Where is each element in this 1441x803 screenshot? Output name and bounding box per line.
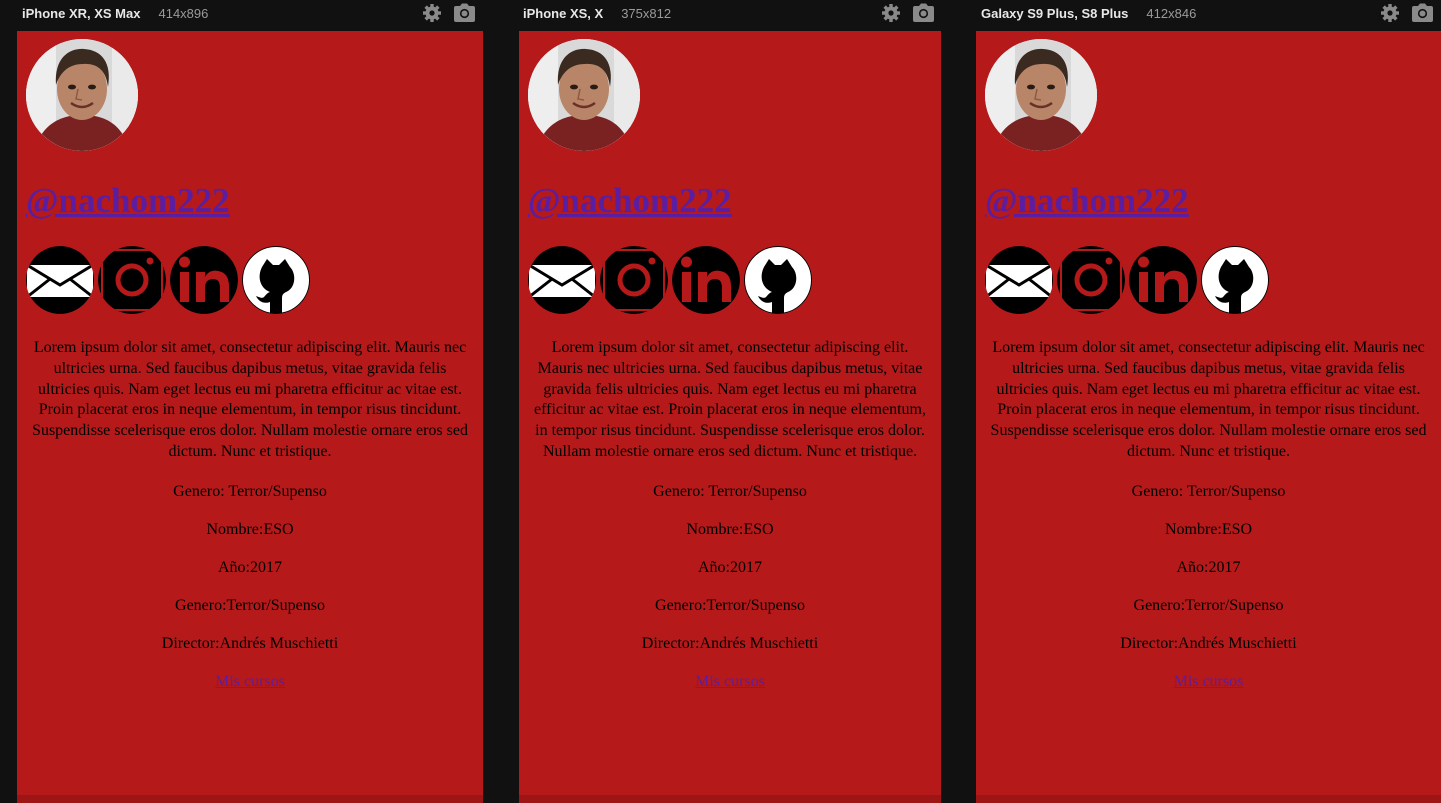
avatar	[26, 39, 138, 151]
genre-text: Genero: Terror/Supenso	[653, 482, 807, 500]
gear-icon[interactable]	[881, 3, 901, 23]
device-frame-galaxy-s9: @nachom222 Lorem ipsum dolor sit amet, c…	[976, 31, 1441, 803]
social-links	[528, 246, 812, 314]
github-icon[interactable]	[1201, 246, 1269, 314]
name-text: Nombre:ESO	[686, 520, 774, 538]
bio-text: Lorem ipsum dolor sit amet, consectetur …	[32, 339, 468, 460]
device-size: 375x812	[621, 5, 672, 21]
social-links	[26, 246, 310, 314]
bio-text: Lorem ipsum dolor sit amet, consectetur …	[534, 339, 926, 460]
device-header: iPhone XS, X 375x812	[523, 0, 671, 26]
github-icon[interactable]	[744, 246, 812, 314]
device-toolbar	[881, 3, 934, 23]
my-courses-link[interactable]: Mis cursos	[986, 673, 1431, 691]
director-text: Director:Andrés Muschietti	[161, 634, 339, 652]
device-frame-iphone-xr: @nachom222 Lorem ipsum dolor sit amet, c…	[17, 31, 483, 803]
mail-icon[interactable]	[985, 246, 1053, 314]
director-text: Director:Andrés Muschietti	[1120, 634, 1297, 652]
genre-secondary-text: Genero:Terror/Supenso	[1133, 596, 1284, 614]
instagram-icon[interactable]	[1057, 246, 1125, 314]
genre-secondary-text: Genero:Terror/Supenso	[655, 596, 805, 614]
device-name: iPhone XR, XS Max	[22, 5, 141, 21]
profile-content: Lorem ipsum dolor sit amet, consectetur …	[528, 338, 932, 691]
gear-icon[interactable]	[422, 3, 442, 23]
year-text: Año:2017	[218, 558, 282, 576]
camera-icon[interactable]	[1412, 3, 1433, 23]
name-text: Nombre:ESO	[206, 520, 294, 538]
bio-text: Lorem ipsum dolor sit amet, consectetur …	[990, 339, 1427, 460]
device-size: 412x846	[1146, 5, 1197, 21]
camera-icon[interactable]	[454, 3, 475, 23]
year-text: Año:2017	[698, 558, 762, 576]
mail-icon[interactable]	[528, 246, 596, 314]
profile-handle-link[interactable]: @nachom222	[528, 181, 732, 221]
frame-bottom-bar	[976, 795, 1441, 803]
linkedin-icon[interactable]	[170, 246, 238, 314]
genre-secondary-text: Genero:Terror/Supenso	[175, 596, 325, 614]
profile-content: Lorem ipsum dolor sit amet, consectetur …	[27, 338, 473, 691]
director-text: Director:Andrés Muschietti	[641, 634, 819, 652]
device-toolbar	[422, 3, 475, 23]
device-name: iPhone XS, X	[523, 5, 604, 21]
genre-text: Genero: Terror/Supenso	[173, 482, 327, 500]
name-text: Nombre:ESO	[1164, 520, 1253, 538]
year-text: Año:2017	[1176, 558, 1241, 576]
profile-handle-link[interactable]: @nachom222	[985, 181, 1189, 221]
frame-bottom-bar	[519, 795, 941, 803]
my-courses-link[interactable]: Mis cursos	[27, 673, 473, 691]
genre-text: Genero: Terror/Supenso	[1131, 482, 1286, 500]
my-courses-link[interactable]: Mis cursos	[528, 673, 932, 691]
device-size: 414x896	[158, 5, 209, 21]
device-name: Galaxy S9 Plus, S8 Plus	[981, 5, 1129, 21]
avatar	[528, 39, 640, 151]
linkedin-icon[interactable]	[672, 246, 740, 314]
profile-handle-link[interactable]: @nachom222	[26, 181, 230, 221]
linkedin-icon[interactable]	[1129, 246, 1197, 314]
profile-content: Lorem ipsum dolor sit amet, consectetur …	[986, 338, 1431, 691]
avatar	[985, 39, 1097, 151]
device-frame-iphone-xs: @nachom222 Lorem ipsum dolor sit amet, c…	[519, 31, 941, 803]
instagram-icon[interactable]	[98, 246, 166, 314]
instagram-icon[interactable]	[600, 246, 668, 314]
social-links	[985, 246, 1269, 314]
device-header: iPhone XR, XS Max 414x896	[22, 0, 208, 26]
device-header: Galaxy S9 Plus, S8 Plus 412x846	[981, 0, 1196, 26]
frame-bottom-bar	[17, 795, 483, 803]
camera-icon[interactable]	[913, 3, 934, 23]
mail-icon[interactable]	[26, 246, 94, 314]
github-icon[interactable]	[242, 246, 310, 314]
gear-icon[interactable]	[1380, 3, 1400, 23]
device-toolbar	[1380, 3, 1433, 23]
